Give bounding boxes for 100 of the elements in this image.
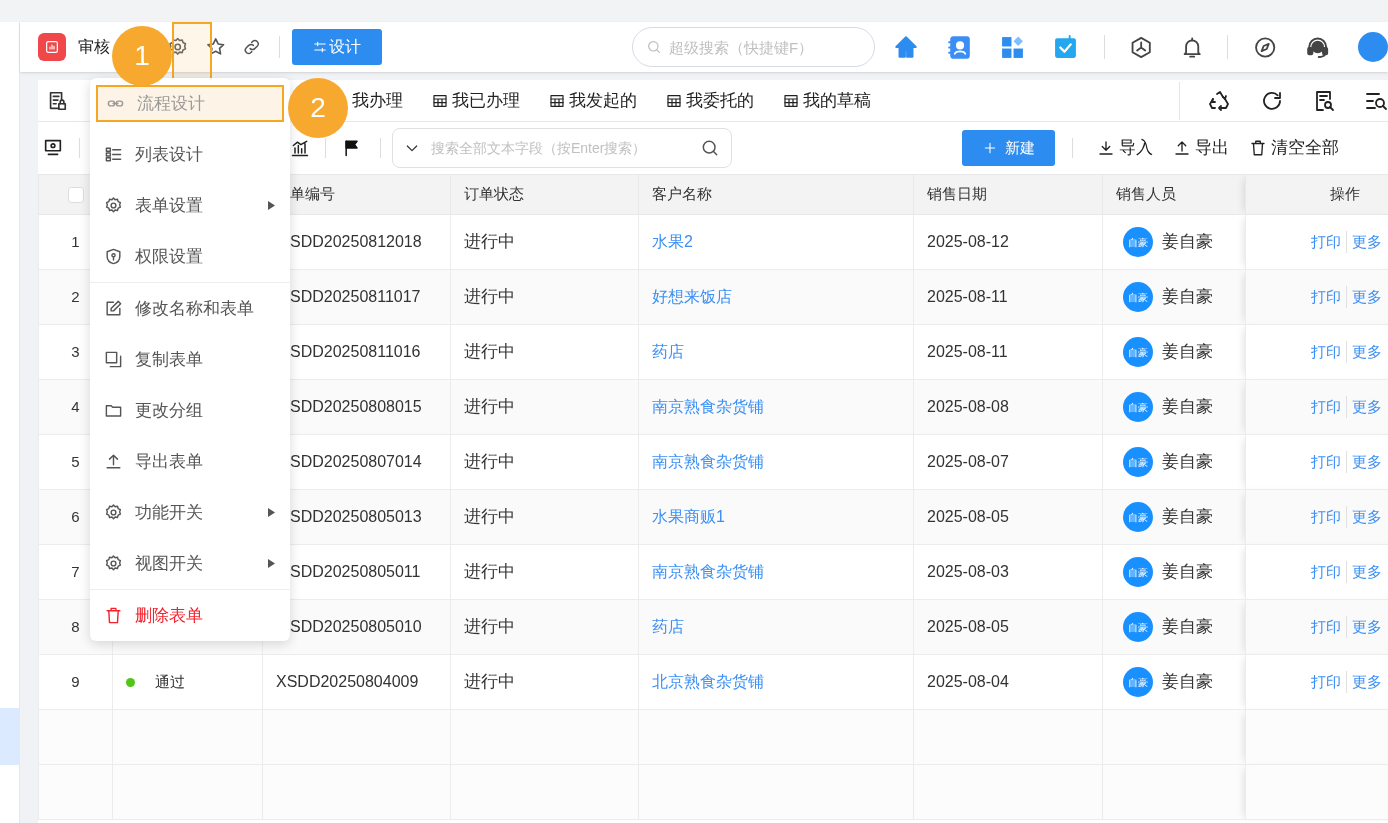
customer-link[interactable]: 水果2 <box>652 233 693 250</box>
customer-link[interactable]: 南京熟食杂货铺 <box>652 398 764 415</box>
action-link[interactable]: 更多 <box>1352 670 1382 694</box>
action-link[interactable]: 打印 <box>1311 230 1341 254</box>
customer-link[interactable]: 北京熟食杂货铺 <box>652 673 764 690</box>
salesperson-name: 姜自豪 <box>1162 451 1213 474</box>
list-icon <box>104 145 123 164</box>
salesperson-name: 姜自豪 <box>1162 561 1213 584</box>
action-link[interactable]: 打印 <box>1311 340 1341 364</box>
customer-link[interactable]: 南京熟食杂货铺 <box>652 563 764 580</box>
action-link[interactable]: 更多 <box>1352 230 1382 254</box>
trash-icon <box>1249 139 1267 157</box>
action-link[interactable]: 打印 <box>1311 505 1341 529</box>
action-link[interactable]: 更多 <box>1352 285 1382 309</box>
user-avatar: 自豪 <box>1123 612 1153 642</box>
row-number: 9 <box>71 673 80 690</box>
table-cell: SDD20250805011 <box>290 563 421 580</box>
user-avatar: 自豪 <box>1123 557 1153 587</box>
search-field[interactable]: 搜索全部文本字段（按Enter搜索） <box>392 128 732 168</box>
table-icon <box>432 92 448 109</box>
action-link[interactable]: 打印 <box>1311 560 1341 584</box>
user-avatar: 自豪 <box>1123 447 1153 477</box>
toolbar-button[interactable]: 清空全部 <box>1249 135 1339 161</box>
table-cell: SDD20250808015 <box>290 398 422 415</box>
user-avatar: 自豪 <box>1123 337 1153 367</box>
action-link[interactable]: 打印 <box>1311 450 1341 474</box>
task-check-icon[interactable] <box>1052 34 1078 60</box>
upload-icon <box>1173 139 1191 157</box>
table-cell: 进行中 <box>464 342 515 362</box>
customer-link[interactable]: 南京熟食杂货铺 <box>652 453 764 470</box>
salesperson-name: 姜自豪 <box>1162 231 1213 254</box>
salesperson-name: 姜自豪 <box>1162 341 1213 364</box>
table-cell: 2025-08-05 <box>927 618 1009 635</box>
avatar-icon[interactable] <box>1357 32 1388 62</box>
menu-item[interactable]: 功能开关 <box>90 487 290 538</box>
view-tab[interactable]: 我已办理 <box>432 87 520 114</box>
star-icon[interactable] <box>205 36 227 58</box>
table-cell: 进行中 <box>464 287 515 307</box>
action-link[interactable]: 更多 <box>1352 395 1382 419</box>
apps-icon[interactable] <box>999 34 1025 60</box>
row-number: 5 <box>71 453 80 470</box>
menu-item[interactable]: 修改名称和表单 <box>90 283 290 334</box>
table-icon <box>783 92 799 109</box>
action-link[interactable]: 打印 <box>1311 615 1341 639</box>
customer-link[interactable]: 药店 <box>652 618 684 635</box>
shield-icon <box>104 247 123 266</box>
action-link[interactable]: 更多 <box>1352 615 1382 639</box>
menu-item[interactable]: 流程设计 <box>96 85 284 122</box>
view-tab[interactable]: 我办理 <box>352 87 403 114</box>
home-icon[interactable] <box>892 34 919 60</box>
action-link[interactable]: 打印 <box>1311 670 1341 694</box>
user-avatar: 自豪 <box>1123 667 1153 697</box>
compass-icon[interactable] <box>1253 34 1278 60</box>
action-link[interactable]: 更多 <box>1352 505 1382 529</box>
view-tab[interactable]: 我的草稿 <box>783 87 871 114</box>
search-field[interactable]: 超级搜索（快捷键F） <box>631 27 875 67</box>
customer-link[interactable]: 药店 <box>652 343 684 360</box>
trash-icon <box>104 606 123 625</box>
view-tab[interactable]: 我发起的 <box>549 87 637 114</box>
edit-icon <box>104 299 123 318</box>
table-cell: SDD20250811017 <box>290 288 421 305</box>
chart-icon[interactable] <box>290 138 310 158</box>
settings-icon <box>104 196 123 215</box>
app-title: 审核 <box>78 37 110 57</box>
user-avatar: 自豪 <box>1123 502 1153 532</box>
design-button[interactable]: 设计 <box>292 29 382 65</box>
column-header: 操作 <box>1330 185 1360 203</box>
contact-card-icon[interactable] <box>946 34 972 60</box>
action-link[interactable]: 打印 <box>1311 285 1341 309</box>
table-cell: 进行中 <box>464 617 515 637</box>
view-tab[interactable]: 我委托的 <box>666 87 754 114</box>
menu-item[interactable]: 导出表单 <box>90 436 290 487</box>
customer-link[interactable]: 好想来饭店 <box>652 288 732 305</box>
action-link[interactable]: 更多 <box>1352 450 1382 474</box>
recycle-icon[interactable] <box>1208 88 1232 113</box>
menu-item[interactable]: 权限设置 <box>90 231 290 282</box>
table-cell: 进行中 <box>464 672 515 692</box>
action-link[interactable]: 更多 <box>1352 340 1382 364</box>
menu-item[interactable]: 表单设置 <box>90 180 290 231</box>
row-number: 2 <box>71 288 80 305</box>
salesperson-name: 姜自豪 <box>1162 506 1213 529</box>
select-all-checkbox[interactable] <box>67 187 84 204</box>
menu-item[interactable]: 视图开关 <box>90 538 290 589</box>
row-number: 6 <box>71 508 80 525</box>
download-icon <box>1097 139 1115 157</box>
action-link[interactable]: 打印 <box>1311 395 1341 419</box>
table-cell: 2025-08-11 <box>927 288 1008 305</box>
new-button[interactable]: 新建 <box>962 130 1055 166</box>
toolbar-button[interactable]: 导出 <box>1173 135 1229 161</box>
row-number: 4 <box>71 398 80 415</box>
action-link[interactable]: 更多 <box>1352 560 1382 584</box>
table-cell: 2025-08-04 <box>927 673 1009 690</box>
toolbar-button[interactable]: 导入 <box>1097 135 1153 161</box>
menu-item[interactable]: 删除表单 <box>90 590 290 641</box>
link-icon[interactable] <box>241 37 262 57</box>
menu-item[interactable]: 更改分组 <box>90 385 290 436</box>
table-cell: SDD20250805010 <box>290 618 422 635</box>
menu-item[interactable]: 列表设计 <box>90 129 290 180</box>
customer-link[interactable]: 水果商贩1 <box>652 508 725 525</box>
menu-item[interactable]: 复制表单 <box>90 334 290 385</box>
